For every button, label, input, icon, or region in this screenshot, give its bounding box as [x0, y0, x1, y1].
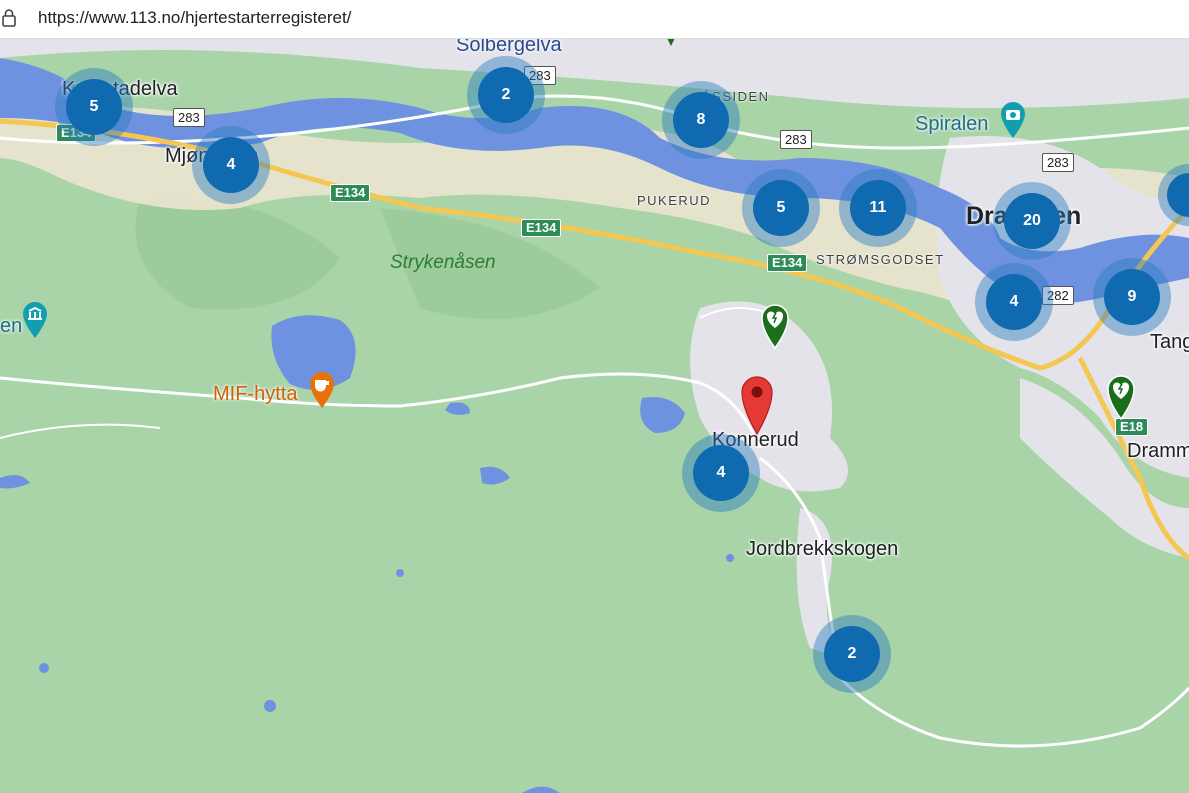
aed-cluster-stromsgodset[interactable]: 11 [839, 169, 917, 247]
museum-icon[interactable] [19, 300, 51, 340]
lock-icon [2, 9, 16, 27]
cluster-count: 4 [986, 274, 1042, 330]
url-text[interactable]: https://www.113.no/hjertestarterregister… [38, 8, 351, 28]
aed-cluster-pukerud[interactable]: 5 [742, 169, 820, 247]
cluster-count: 5 [753, 180, 809, 236]
location-pin-icon[interactable] [738, 372, 776, 436]
district-pukerud: PUKERUD [637, 193, 712, 208]
aed-cluster-jordbrekkskogen[interactable]: 2 [813, 615, 891, 693]
cluster-count: 2 [478, 67, 534, 123]
camera-icon[interactable] [997, 100, 1029, 140]
place-dramm: Dramm [1127, 440, 1189, 462]
road-shield-e134: E134 [521, 219, 562, 237]
aed-marker-icon[interactable] [758, 302, 792, 350]
road-shield-e134: E134 [330, 184, 371, 202]
aed-cluster-tangen[interactable]: 9 [1093, 258, 1171, 336]
cluster-count [1167, 173, 1189, 217]
map-view[interactable]: Solbergelva Krokstadelva Mjøndalen ÅSSID… [0, 38, 1189, 793]
aed-cluster-drammen[interactable]: 20 [993, 182, 1071, 260]
poi-mif-hytta: MIF-hytta [213, 383, 298, 405]
road-shield-283: 283 [1042, 153, 1074, 172]
road-shield-283: 283 [780, 130, 812, 149]
aed-cluster-assiden[interactable]: 8 [662, 81, 740, 159]
aed-cluster-mjondalen[interactable]: 4 [192, 126, 270, 204]
aed-cluster-konnerud[interactable]: 4 [682, 434, 760, 512]
aed-cluster-solbergelva[interactable]: 2 [467, 56, 545, 134]
road-shield-283: 283 [173, 108, 205, 127]
browser-address-bar[interactable]: https://www.113.no/hjertestarterregister… [0, 0, 1189, 39]
cluster-count: 20 [1004, 193, 1060, 249]
cafe-icon[interactable] [306, 370, 338, 410]
aed-cluster-krokstadelva[interactable]: 5 [55, 68, 133, 146]
cluster-count: 8 [673, 92, 729, 148]
place-tang: Tang [1150, 331, 1189, 353]
cluster-count: 2 [824, 626, 880, 682]
aed-marker-icon[interactable] [665, 38, 677, 46]
place-strykenasen: Strykenåsen [390, 252, 496, 273]
district-stromsgodset: STRØMSGODSET [816, 252, 945, 267]
road-shield-e134: E134 [767, 254, 808, 272]
poi-spiralen: Spiralen [915, 113, 989, 135]
cluster-count: 11 [850, 180, 906, 236]
cluster-count: 4 [693, 445, 749, 501]
aed-cluster-drammen-south[interactable]: 4 [975, 263, 1053, 341]
cluster-count: 9 [1104, 269, 1160, 325]
place-jordbrekkskogen: Jordbrekkskogen [746, 538, 899, 560]
aed-marker-icon[interactable] [1104, 373, 1138, 421]
place-solbergelva: Solbergelva [456, 38, 562, 56]
cluster-count: 5 [66, 79, 122, 135]
cluster-count: 4 [203, 137, 259, 193]
